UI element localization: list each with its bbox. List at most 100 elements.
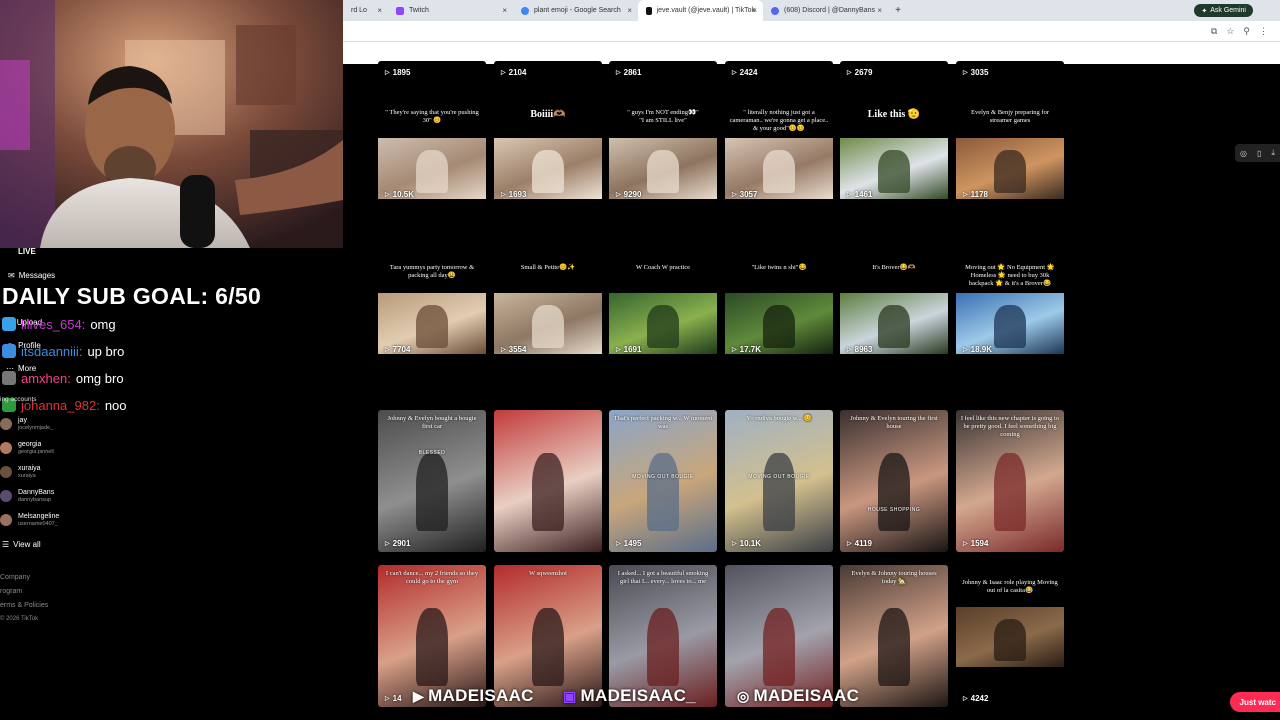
extensions-icon[interactable]: ⚲ (1243, 26, 1250, 37)
view-count-value: 7704 (392, 345, 411, 354)
browser-tab[interactable]: rd Lo × (343, 0, 388, 21)
view-count: ▷ 2104 (501, 68, 526, 77)
footer-program-link[interactable]: rogram (0, 588, 22, 595)
video-caption: Moving out 🌟 No Equipment 🌟 Homeless 🌟 n… (965, 264, 1055, 287)
video-card[interactable]: Like this 🫡 ▷ 1461 ▷ 2679 (840, 61, 948, 203)
video-card[interactable]: Evelyn & Benjy preparing for streamer ga… (956, 61, 1064, 203)
video-card[interactable]: " They're saying that you're pushing 30"… (378, 61, 486, 203)
view-count: ▷ 9290 (616, 190, 641, 199)
thumbnail-subject (415, 150, 449, 193)
thumbnail-subject (531, 150, 565, 193)
browser-tab-tiktok[interactable]: jeve.vault (@jeve.vault) | TikTok × (638, 0, 763, 21)
video-caption: Tara yummys party tomorrow & packing all… (389, 264, 475, 279)
download-icon[interactable]: ⤓ (1271, 148, 1275, 158)
video-caption: " guys I'm NOT ending👀" "I am STILL live… (627, 109, 699, 124)
avatar (0, 418, 12, 430)
thumbnail-subject (993, 452, 1027, 531)
video-caption: Boiiii🫶🏽 (530, 109, 566, 120)
messages-nav-item[interactable]: ✉ Messages (8, 271, 55, 280)
view-count-value: 18.9K (970, 345, 992, 354)
play-count-icon: ▷ (501, 347, 506, 353)
following-account[interactable]: georgia georgia.pinnell (0, 438, 54, 458)
view-count: ▷ 1895 (385, 68, 410, 77)
view-count-value: 4119 (854, 539, 872, 548)
close-icon[interactable]: × (627, 6, 632, 15)
compass-icon[interactable]: ◎ (1240, 149, 1247, 158)
video-card[interactable]: It's Brover😂🫶🏽 ▷ 8963 (840, 216, 948, 358)
following-account[interactable]: jay jocelynmjade_ (0, 414, 53, 434)
chat-text: noo (104, 397, 127, 413)
video-thumbnail (609, 410, 717, 552)
following-account[interactable]: xuraiya xuraiya (0, 462, 41, 482)
view-count: ▷ 1178 (963, 190, 988, 199)
account-handle: username0407_ (18, 520, 58, 527)
view-count: ▷ 1594 (963, 539, 988, 548)
play-count-icon: ▷ (732, 192, 737, 198)
chat-badge-icon (2, 344, 16, 358)
video-card[interactable]: Tara yummys party tomorrow & packing all… (378, 216, 486, 358)
phone-icon[interactable]: ▯ (1257, 149, 1261, 158)
view-count: ▷ 10.1K (732, 539, 761, 548)
browser-tab-twitch[interactable]: Twitch × (388, 0, 513, 21)
live-nav-item[interactable]: LIVE (18, 247, 36, 256)
browser-tab-google[interactable]: plant emoji - Google Search × (513, 0, 638, 21)
video-card[interactable]: Moving out 🌟 No Equipment 🌟 Homeless 🌟 n… (956, 216, 1064, 358)
close-icon[interactable]: × (752, 6, 757, 15)
address-bar[interactable]: ⧉ ☆ ⚲ ⋮ (343, 21, 1280, 42)
close-icon[interactable]: × (877, 6, 882, 15)
video-card[interactable]: " literally nothing just got a cameraman… (725, 61, 833, 203)
video-card[interactable]: W Coach W practice ▷ 1691 (609, 216, 717, 358)
video-card[interactable]: Johnny & Isaac role playing Moving out o… (956, 565, 1064, 707)
browser-tab-discord[interactable]: (608) Discord | @DannyBans × (763, 0, 888, 21)
account-name: jay (18, 416, 27, 424)
new-tab-button[interactable]: + (888, 5, 908, 16)
video-card[interactable]: " guys I'm NOT ending👀" "I am STILL live… (609, 61, 717, 203)
video-card[interactable]: "Like twins n shi"😂 ▷ 17.7K (725, 216, 833, 358)
following-account[interactable]: Melsangeline username0407_ (0, 510, 59, 530)
video-card[interactable]: I feel like this new chapter is going to… (956, 410, 1064, 552)
chat-text: up bro (87, 343, 125, 359)
thumbnail-subject (646, 305, 680, 348)
following-account[interactable]: DannyBans dannybansup (0, 486, 54, 506)
view-count: ▷ 2679 (847, 68, 872, 77)
video-card[interactable]: Small & Petite😊✨ ▷ 3554 (494, 216, 602, 358)
thumbnail-subject (993, 619, 1027, 661)
play-count-icon: ▷ (847, 541, 852, 547)
install-app-icon[interactable]: ⧉ (1211, 26, 1217, 37)
footer-terms-link[interactable]: erms & Policies (0, 602, 48, 609)
view-count: ▷ 1461 (847, 190, 872, 199)
view-count-value: 2679 (854, 68, 873, 77)
close-icon[interactable]: × (377, 6, 382, 15)
menu-dots-icon[interactable]: ⋮ (1259, 26, 1268, 37)
video-card[interactable]: Johnny & Evelyn touring the first house H… (840, 410, 948, 552)
bookmark-star-icon[interactable]: ☆ (1226, 26, 1234, 37)
view-count-value: 9290 (623, 190, 642, 199)
footer-company-link[interactable]: Company (0, 574, 30, 581)
video-thumbnail (956, 607, 1064, 667)
video-card[interactable]: Johnny & Evelyn bought a bougie first ca… (378, 410, 486, 552)
thumbnail-subject (646, 452, 680, 531)
view-count-value: 2104 (508, 68, 527, 77)
just-watched-button[interactable]: Just watc (1229, 692, 1280, 712)
twitch-favicon-icon (396, 6, 404, 15)
video-card[interactable] (494, 410, 602, 552)
play-icon: ▶ (413, 687, 425, 704)
video-card[interactable]: That's perfect packing w... W moment was… (609, 410, 717, 552)
gemini-icon: ✦ (1201, 7, 1208, 15)
ask-gemini-button[interactable]: ✦ Ask Gemini (1194, 4, 1253, 17)
close-icon[interactable]: × (502, 6, 507, 15)
view-count: ▷ 1495 (616, 539, 641, 548)
view-count: ▷ 14 (385, 694, 402, 703)
view-all-link[interactable]: ☰ View all (2, 540, 41, 549)
view-count-value: 3035 (970, 68, 989, 77)
video-card[interactable]: Yo rndiva bougie w... 😊 MOVING OUT BOUGIE… (725, 410, 833, 552)
video-caption: "Like twins n shi"😂 (751, 264, 807, 271)
view-count: ▷ 7704 (385, 345, 410, 354)
video-caption: W sqweenshot (529, 570, 567, 577)
tab-title: (608) Discord | @DannyBans (784, 7, 876, 14)
play-count-icon: ▷ (963, 192, 968, 198)
view-count: ▷ 4242 (963, 694, 988, 703)
chat-badge-icon (2, 371, 16, 385)
video-card[interactable]: Boiiii🫶🏽 ▷ 1693 ▷ 2104 (494, 61, 602, 203)
thumbnail-subject (531, 305, 565, 348)
